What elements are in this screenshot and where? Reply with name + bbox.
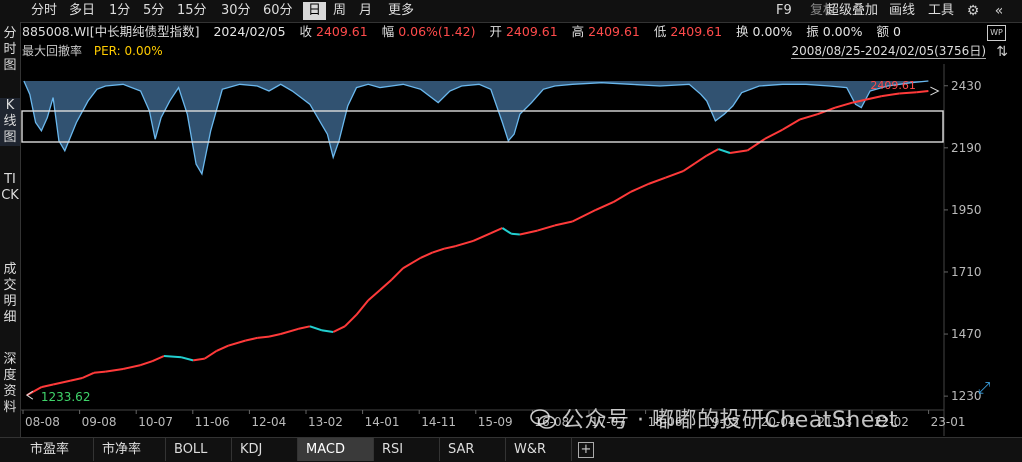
y-tick-label: 1950 [951, 203, 982, 217]
x-tick-label: 10-07 [138, 415, 173, 429]
period-toolbar: 分时 多日 1分 5分 15分 30分 60分 日 周 月 更多 F9 复权 超… [0, 0, 1022, 23]
period-60min[interactable]: 60分 [258, 2, 298, 20]
tab-macd[interactable]: MACD [298, 438, 374, 461]
collapse-icon[interactable]: « [990, 2, 1008, 20]
wechat-icon [530, 409, 556, 429]
sidebar-tab-trades[interactable]: 成交明细 [0, 262, 20, 326]
change-label: 幅 [381, 24, 395, 39]
indicator-tabbar: 市盈率 市净率 BOLL KDJ MACD RSI SAR W&R + [0, 437, 1022, 462]
fullscreen-icon[interactable]: ⤢ [974, 378, 994, 398]
price-segment [257, 335, 270, 339]
amplitude-label: 振 [806, 24, 819, 39]
y-tick-label: 1470 [951, 327, 982, 341]
price-segment [916, 90, 929, 94]
x-tick-label: 15-09 [478, 415, 513, 429]
x-tick-label: 12-04 [251, 415, 286, 429]
quote-info: 885008.WI[中长期纯债型指数] 2024/02/05 收 2409.61… [22, 24, 901, 40]
period-15min[interactable]: 15分 [172, 2, 212, 20]
period-multiday[interactable]: 多日 [64, 2, 100, 20]
y-tick-label: 2430 [951, 79, 982, 93]
period-5min[interactable]: 5分 [138, 2, 169, 20]
tab-sar[interactable]: SAR [440, 438, 506, 461]
watermark-text: 公众号 · 嘟嘟的投研CheatSheet [562, 408, 899, 433]
turnover-value: 0.00% [752, 24, 793, 39]
x-tick-label: 23-01 [931, 415, 966, 429]
plot-background [21, 64, 1022, 436]
tab-pb[interactable]: 市净率 [94, 438, 166, 461]
period-30min[interactable]: 30分 [216, 2, 256, 20]
sidebar-tab-intraday[interactable]: 分时图 [0, 26, 20, 74]
wp-icon[interactable]: WP [987, 25, 1006, 41]
sidebar-tab-kline[interactable]: K线图 [0, 98, 20, 146]
price-segment [511, 232, 520, 236]
date-range[interactable]: 2008/08/25-2024/02/05(3756日) [791, 44, 986, 59]
price-segment [163, 355, 182, 359]
overlay-button[interactable]: 超级叠加 [826, 2, 878, 20]
tab-wr[interactable]: W&R [506, 438, 572, 461]
period-1min[interactable]: 1分 [104, 2, 135, 20]
period-more[interactable]: 更多 [383, 2, 419, 20]
period-day[interactable]: 日 [303, 2, 327, 20]
draw-line-button[interactable]: 画线 [889, 2, 915, 20]
x-tick-label: 14-01 [365, 415, 400, 429]
tab-pe[interactable]: 市盈率 [22, 438, 94, 461]
tab-boll[interactable]: BOLL [166, 438, 232, 461]
tools-button[interactable]: 工具 [928, 2, 954, 20]
open-value: 2409.61 [505, 24, 558, 39]
x-tick-label: 08-08 [25, 415, 60, 429]
security-code: 885008.WI[中长期纯债型指数] [22, 24, 200, 39]
period-month[interactable]: 月 [354, 2, 377, 20]
turnover-label: 换 [736, 24, 749, 39]
indicator-info: 最大回撤率 PER: 0.00% [22, 43, 163, 59]
f9-button[interactable]: F9 [776, 2, 792, 20]
change-value: 0.06%(1.42) [398, 24, 476, 39]
high-label: 高 [571, 24, 585, 39]
sidebar-tab-tick[interactable]: TICK [0, 172, 20, 204]
period-intraday[interactable]: 分时 [26, 2, 62, 20]
price-segment [899, 91, 917, 95]
x-tick-label: 09-08 [82, 415, 117, 429]
add-indicator-button[interactable]: + [578, 442, 594, 458]
x-tick-label: 11-06 [195, 415, 230, 429]
y-tick-label: 2190 [951, 141, 982, 155]
x-tick-label: 14-11 [421, 415, 456, 429]
quote-date: 2024/02/05 [213, 24, 286, 39]
tab-kdj[interactable]: KDJ [232, 438, 298, 461]
low-label: 低 [653, 24, 667, 39]
x-tick-label: 13-02 [308, 415, 343, 429]
indicator-name: 最大回撤率 [22, 44, 83, 58]
close-label: 收 [299, 24, 313, 39]
left-sidebar: 分时图 K线图 TICK 成交明细 深度资料 [0, 22, 21, 438]
indicator-per: PER: 0.00% [93, 44, 163, 58]
gear-icon[interactable]: ⚙ [964, 2, 982, 20]
open-label: 开 [489, 24, 502, 39]
low-value: 2409.61 [670, 24, 723, 39]
first-price-label: 1233.62 [41, 390, 91, 404]
close-value: 2409.61 [316, 24, 368, 39]
sidebar-tab-depth[interactable]: 深度资料 [0, 352, 20, 416]
price-segment [93, 370, 106, 374]
high-value: 2409.61 [588, 24, 640, 39]
last-price-label: 2409.61 [870, 79, 916, 92]
amount-label: 额 [876, 24, 889, 39]
kline-chart[interactable]: 12301470171019502190243008-08 09-08 10-07 1… [21, 64, 1022, 436]
amplitude-value: 0.00% [822, 24, 863, 39]
y-tick-label: 1710 [951, 265, 982, 279]
tab-rsi[interactable]: RSI [374, 438, 440, 461]
amount-value: 0 [892, 24, 901, 39]
period-week[interactable]: 周 [328, 2, 351, 20]
expand-arrows-icon[interactable]: ⇅ [996, 44, 1008, 60]
wechat-watermark: 公众号 · 嘟嘟的投研CheatSheet [530, 402, 898, 434]
